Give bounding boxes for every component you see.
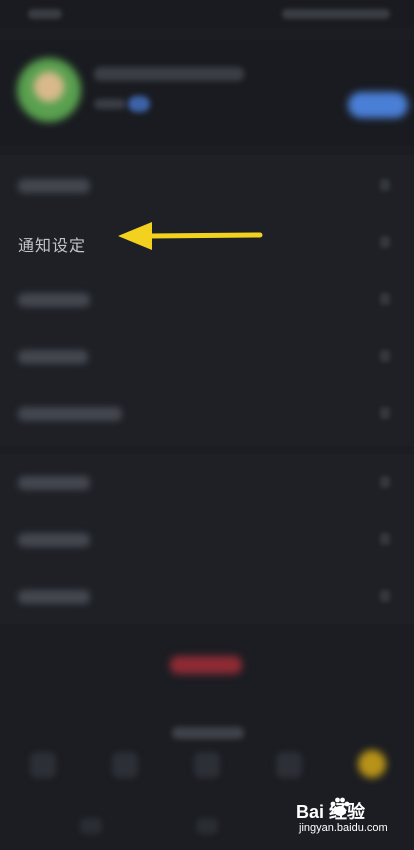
chevron-right-icon bbox=[380, 293, 390, 305]
avatar[interactable] bbox=[17, 58, 81, 122]
arrow-left-icon bbox=[118, 222, 263, 250]
settings-row-6[interactable] bbox=[0, 454, 414, 510]
profile-button[interactable] bbox=[348, 92, 408, 118]
settings-row-label bbox=[18, 407, 122, 421]
settings-row-label bbox=[18, 590, 90, 604]
settings-row-8[interactable] bbox=[0, 568, 414, 624]
notification-settings-label: 通知设定 bbox=[18, 236, 87, 255]
dock-icon[interactable] bbox=[112, 752, 138, 778]
settings-row-label bbox=[18, 533, 90, 547]
dock-icon-highlighted[interactable] bbox=[358, 750, 386, 778]
settings-row-label bbox=[18, 350, 88, 364]
dock-icon[interactable] bbox=[194, 752, 220, 778]
chevron-right-icon bbox=[380, 476, 390, 488]
user-level bbox=[94, 99, 126, 109]
settings-row-1[interactable] bbox=[0, 157, 414, 213]
chevron-right-icon bbox=[380, 533, 390, 545]
settings-row-5[interactable] bbox=[0, 385, 414, 441]
nav-home-icon[interactable] bbox=[196, 818, 218, 834]
chevron-right-icon bbox=[380, 350, 390, 362]
chevron-right-icon bbox=[380, 179, 390, 191]
logout-button[interactable] bbox=[170, 656, 242, 674]
settings-row-3[interactable] bbox=[0, 271, 414, 327]
chevron-right-icon bbox=[380, 236, 390, 248]
baidu-jingyan-watermark: Bai 经验 jingyan.baidu.com bbox=[296, 796, 406, 840]
chevron-right-icon bbox=[380, 590, 390, 602]
nav-back-icon[interactable] bbox=[80, 818, 102, 834]
dock-icon[interactable] bbox=[30, 752, 56, 778]
status-bar bbox=[0, 0, 414, 28]
clock bbox=[28, 9, 62, 19]
settings-row-label bbox=[18, 179, 90, 193]
username bbox=[94, 67, 244, 81]
settings-row-7[interactable] bbox=[0, 511, 414, 567]
chevron-right-icon bbox=[380, 407, 390, 419]
level-badge bbox=[128, 96, 150, 112]
status-icons bbox=[282, 9, 390, 19]
settings-row-label bbox=[18, 476, 90, 490]
watermark-url: jingyan.baidu.com bbox=[299, 822, 388, 834]
baidu-paw-icon bbox=[330, 797, 350, 816]
profile-header[interactable] bbox=[0, 40, 414, 145]
settings-row-4[interactable] bbox=[0, 328, 414, 384]
footer-text bbox=[172, 727, 244, 739]
settings-row-label bbox=[18, 293, 90, 307]
dock-icon[interactable] bbox=[276, 752, 302, 778]
